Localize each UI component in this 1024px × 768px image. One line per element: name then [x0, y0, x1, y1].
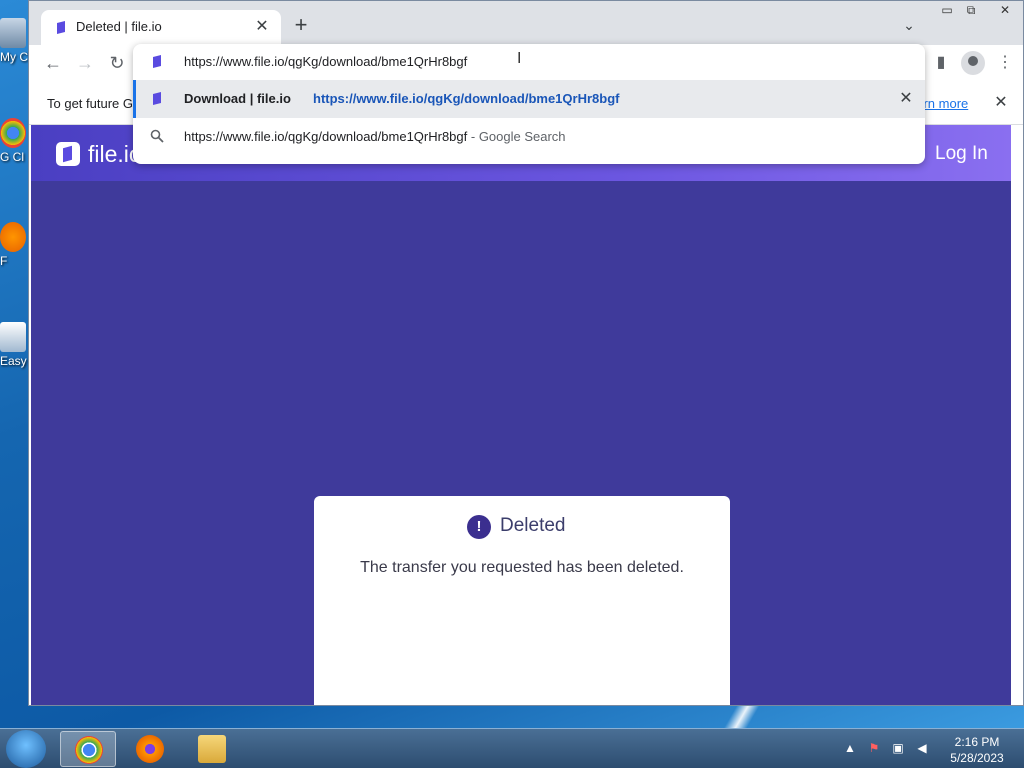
desktop-icon-chrome[interactable]: G Cl [0, 118, 30, 164]
fileio-favicon-icon [153, 55, 161, 68]
show-hidden-icons-icon[interactable]: ▲ [842, 741, 858, 757]
query-suffix: - Google Search [467, 129, 566, 144]
fileio-favicon-icon [57, 21, 65, 34]
browser-window: Deleted | file.io ✕ + ⌄ ▭ ⧉ ✕ ← → ↻ http… [28, 0, 1024, 706]
app-icon [0, 322, 26, 352]
alert-icon: ! [467, 515, 491, 539]
minimize-button[interactable]: ▭ [935, 3, 959, 19]
firefox-icon [0, 222, 26, 252]
omnibox-suggestion-search[interactable]: https://www.file.io/qgKg/download/bme1Qr… [133, 118, 925, 156]
taskbar-chrome[interactable] [60, 731, 116, 767]
page-content: file.io Log In ! Deleted The transfer yo… [31, 125, 1011, 705]
suggestion-query: https://www.file.io/qgKg/download/bme1Qr… [184, 129, 566, 144]
info-bar-close-icon[interactable]: ✕ [991, 93, 1011, 113]
taskbar-firefox[interactable] [122, 731, 178, 767]
tab-title: Deleted | file.io [76, 19, 162, 34]
card-heading: Deleted [500, 515, 566, 536]
remove-suggestion-icon[interactable]: ✕ [895, 88, 917, 110]
text-cursor-icon: I [517, 50, 522, 67]
start-button[interactable] [6, 730, 46, 768]
new-tab-button[interactable]: + [289, 13, 313, 37]
forward-arrow-icon[interactable]: → [73, 51, 97, 75]
suggestion-url: https://www.file.io/qgKg/download/bme1Qr… [313, 91, 620, 106]
profile-avatar-icon[interactable] [961, 51, 985, 75]
taskbar: ▲ ⚑ ▣ ◀ 2:16 PM 5/28/2023 [0, 728, 1024, 768]
omnibox-suggestion-history[interactable]: Download | file.io https://www.file.io/q… [133, 80, 925, 118]
deleted-card: ! Deleted The transfer you requested has… [314, 496, 730, 705]
suggestion-title: Download | file.io [184, 91, 291, 106]
chrome-icon [0, 118, 26, 148]
search-icon [150, 129, 164, 143]
network-icon[interactable]: ▣ [890, 741, 906, 757]
chevron-down-icon[interactable]: ⌄ [899, 15, 919, 35]
desktop-icon-firefox[interactable]: F [0, 222, 30, 268]
reload-icon[interactable]: ↻ [105, 51, 129, 75]
tab-active[interactable]: Deleted | file.io ✕ [41, 10, 281, 45]
omnibox-dropdown: https://www.file.io/qgKg/download/bme1Qr… [133, 44, 925, 164]
desktop-icon-my-computer[interactable]: My C [0, 18, 30, 64]
login-link[interactable]: Log In [935, 143, 988, 165]
clock[interactable]: 2:16 PM 5/28/2023 [942, 734, 1012, 766]
info-bar-message: To get future G [47, 96, 133, 111]
volume-muted-icon[interactable]: ◀ [914, 741, 930, 757]
firefox-icon [136, 735, 164, 763]
back-arrow-icon[interactable]: ← [41, 51, 65, 75]
desktop-icon-label: F [0, 254, 8, 268]
clock-date: 5/28/2023 [950, 751, 1004, 765]
desktop-icon-label: My C [0, 50, 28, 64]
address-bar[interactable]: https://www.file.io/qgKg/download/bme1Qr… [133, 44, 925, 80]
action-center-icon[interactable]: ⚑ [866, 741, 882, 757]
chrome-icon [75, 736, 103, 764]
restore-button[interactable]: ⧉ [959, 3, 983, 19]
side-panel-icon[interactable]: ▮ [929, 51, 953, 75]
fileio-favicon-icon [153, 92, 161, 105]
clock-time: 2:16 PM [954, 735, 1000, 749]
tab-close-icon[interactable]: ✕ [251, 16, 273, 38]
close-window-button[interactable]: ✕ [993, 3, 1017, 19]
tab-strip: Deleted | file.io ✕ + ⌄ ▭ ⧉ ✕ [29, 1, 1023, 45]
desktop-icon-app[interactable]: Easy [0, 322, 30, 368]
card-message: The transfer you requested has been dele… [360, 559, 684, 576]
file-explorer-icon [198, 735, 226, 763]
system-tray: ▲ ⚑ ▣ ◀ 2:16 PM 5/28/2023 [840, 729, 1024, 768]
menu-kebab-icon[interactable]: ⋮ [993, 51, 1017, 75]
computer-icon [0, 18, 26, 48]
desktop-icon-label: G Cl [0, 150, 24, 164]
address-bar-text[interactable]: https://www.file.io/qgKg/download/bme1Qr… [184, 54, 467, 69]
taskbar-file-explorer[interactable] [184, 731, 240, 767]
query-text: https://www.file.io/qgKg/download/bme1Qr… [184, 129, 468, 144]
fileio-logo-icon [56, 142, 80, 166]
desktop-icon-label: Easy [0, 354, 27, 368]
